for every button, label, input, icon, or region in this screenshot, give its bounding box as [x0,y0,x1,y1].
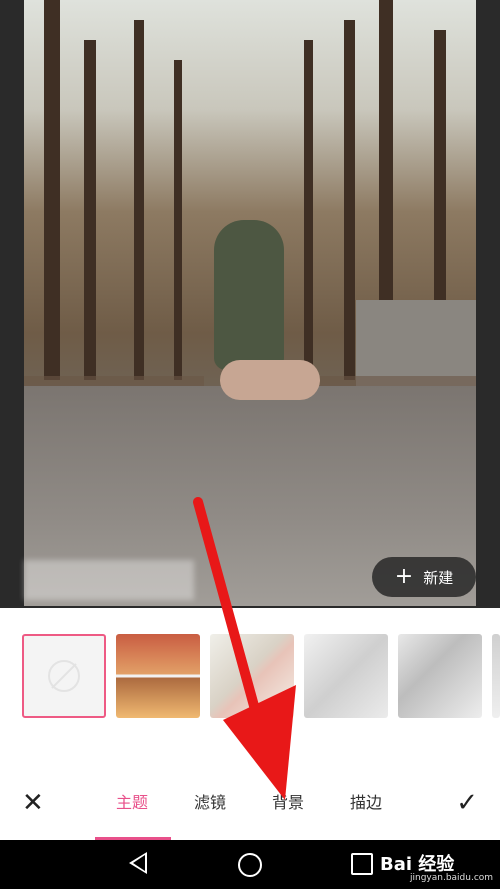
new-button[interactable]: + 新建 [372,557,476,597]
person-legs [220,360,320,400]
close-icon[interactable]: ✕ [22,783,44,823]
plus-icon: + [394,564,414,589]
home-icon[interactable] [238,853,262,877]
tab-filter[interactable]: 滤镜 [194,783,226,823]
photo-preview-area: + 新建 [0,0,500,608]
edited-photo[interactable] [24,0,476,606]
thumb-comic-theme-5[interactable] [492,634,500,718]
tab-theme[interactable]: 主题 [116,783,148,823]
check-icon[interactable]: ✓ [456,783,478,823]
thumb-comic-theme-1[interactable] [116,634,200,718]
tab-outline[interactable]: 描边 [350,783,382,823]
jumping-person [214,220,284,370]
theme-thumbnail-list[interactable] [0,634,500,720]
thumb-comic-theme-4[interactable] [398,634,482,718]
thumb-none[interactable] [22,634,106,718]
no-theme-icon [48,660,80,692]
thumb-comic-theme-3[interactable] [304,634,388,718]
system-nav-bar: Bai 经验 jingyan.baidu.com [0,840,500,889]
blurred-watermark [24,560,194,600]
recent-apps-icon[interactable] [351,853,373,875]
thumb-comic-theme-2[interactable] [210,634,294,718]
tab-background[interactable]: 背景 [272,783,304,823]
bottom-toolbar: ✕ 主题 滤镜 背景 描边 ✓ [0,783,500,823]
edit-panel: ✕ 主题 滤镜 背景 描边 ✓ [0,608,500,840]
new-button-label: 新建 [423,568,454,587]
baidu-jingyan-url: jingyan.baidu.com [410,873,494,883]
